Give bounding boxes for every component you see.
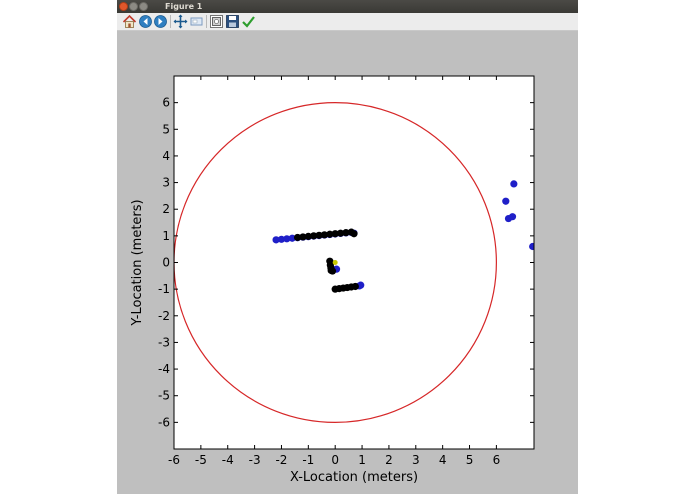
- y-tick-label: -1: [158, 282, 170, 296]
- toolbar-separator: [206, 15, 207, 28]
- title-bar[interactable]: Figure 1: [117, 0, 578, 13]
- y-tick-label: -4: [158, 362, 170, 376]
- y-tick-label: -6: [158, 415, 170, 429]
- y-axis-label: Y-Location (meters): [130, 199, 145, 326]
- x-tick-label: -1: [302, 453, 314, 467]
- x-tick-label: 4: [439, 453, 447, 467]
- navigation-toolbar: [117, 13, 578, 31]
- save-floppy-icon: [226, 15, 239, 28]
- forward-button[interactable]: [153, 14, 168, 29]
- scatter-point-yellow: [332, 260, 338, 265]
- back-button[interactable]: [138, 14, 153, 29]
- scatter-point-black: [350, 230, 358, 238]
- y-tick-label: 0: [162, 256, 170, 270]
- y-tick-label: -2: [158, 309, 170, 323]
- zoom-rect-icon: [190, 17, 203, 26]
- zoom-button[interactable]: [189, 14, 204, 29]
- y-tick-label: -3: [158, 335, 170, 349]
- pan-button[interactable]: [173, 14, 188, 29]
- y-tick-label: 6: [162, 96, 170, 110]
- window-close-button[interactable]: [119, 2, 128, 11]
- checkmark-icon: [242, 16, 255, 28]
- scatter-point-black: [328, 267, 337, 275]
- y-tick-label: 2: [162, 202, 170, 216]
- home-button[interactable]: [122, 14, 137, 29]
- forward-arrow-icon: [154, 15, 167, 28]
- subplots-button[interactable]: [209, 14, 224, 29]
- toolbar-separator: [170, 15, 171, 28]
- y-tick-label: 3: [162, 176, 170, 190]
- figure-canvas[interactable]: -6 -5 -4 -3 -2 -1 0 1 2 3 4 5 6 6 5 4 3 2 1 0 -1 -2 -3 -4 -5 -6 X…: [117, 31, 578, 494]
- x-tick-label: -6: [168, 453, 180, 467]
- save-button[interactable]: [225, 14, 240, 29]
- back-arrow-icon: [139, 15, 152, 28]
- window-title: Figure 1: [165, 2, 203, 11]
- y-tick-label: 5: [162, 122, 170, 136]
- x-tick-label: 0: [331, 453, 339, 467]
- figure-window: Figure 1 -6 -5 -4 -3 -2 -1 0 1 2 3 4 5 6…: [117, 0, 578, 494]
- y-tick-label: 1: [162, 229, 170, 243]
- x-tick-label: 3: [412, 453, 420, 467]
- configure-subplots-icon: [210, 15, 223, 28]
- y-tick-label: 4: [162, 149, 170, 163]
- axes-background: [174, 76, 534, 449]
- pan-move-icon: [173, 14, 188, 29]
- scatter-plot[interactable]: -6 -5 -4 -3 -2 -1 0 1 2 3 4 5 6 6 5 4 3 2 1 0 -1 -2 -3 -4 -5 -6 X…: [117, 31, 578, 494]
- scatter-point-blue: [508, 213, 517, 221]
- window-minimize-button[interactable]: [129, 2, 138, 11]
- x-tick-label: 1: [358, 453, 366, 467]
- edit-button[interactable]: [241, 14, 256, 29]
- x-axis-label: X-Location (meters): [290, 470, 418, 485]
- scatter-point-blue: [529, 242, 534, 251]
- scatter-point-blue: [510, 180, 518, 188]
- x-tick-label: -4: [222, 453, 234, 467]
- x-tick-label: 2: [385, 453, 393, 467]
- window-maximize-button[interactable]: [139, 2, 148, 11]
- y-tick-label: -5: [158, 389, 170, 403]
- x-tick-label: 5: [466, 453, 474, 467]
- home-icon: [122, 14, 137, 28]
- x-tick-label: -5: [195, 453, 207, 467]
- x-tick-label: -2: [275, 453, 287, 467]
- x-tick-label: 6: [493, 453, 501, 467]
- x-tick-label: -3: [249, 453, 261, 467]
- scatter-point-black: [351, 282, 359, 291]
- scatter-point-blue: [502, 197, 510, 205]
